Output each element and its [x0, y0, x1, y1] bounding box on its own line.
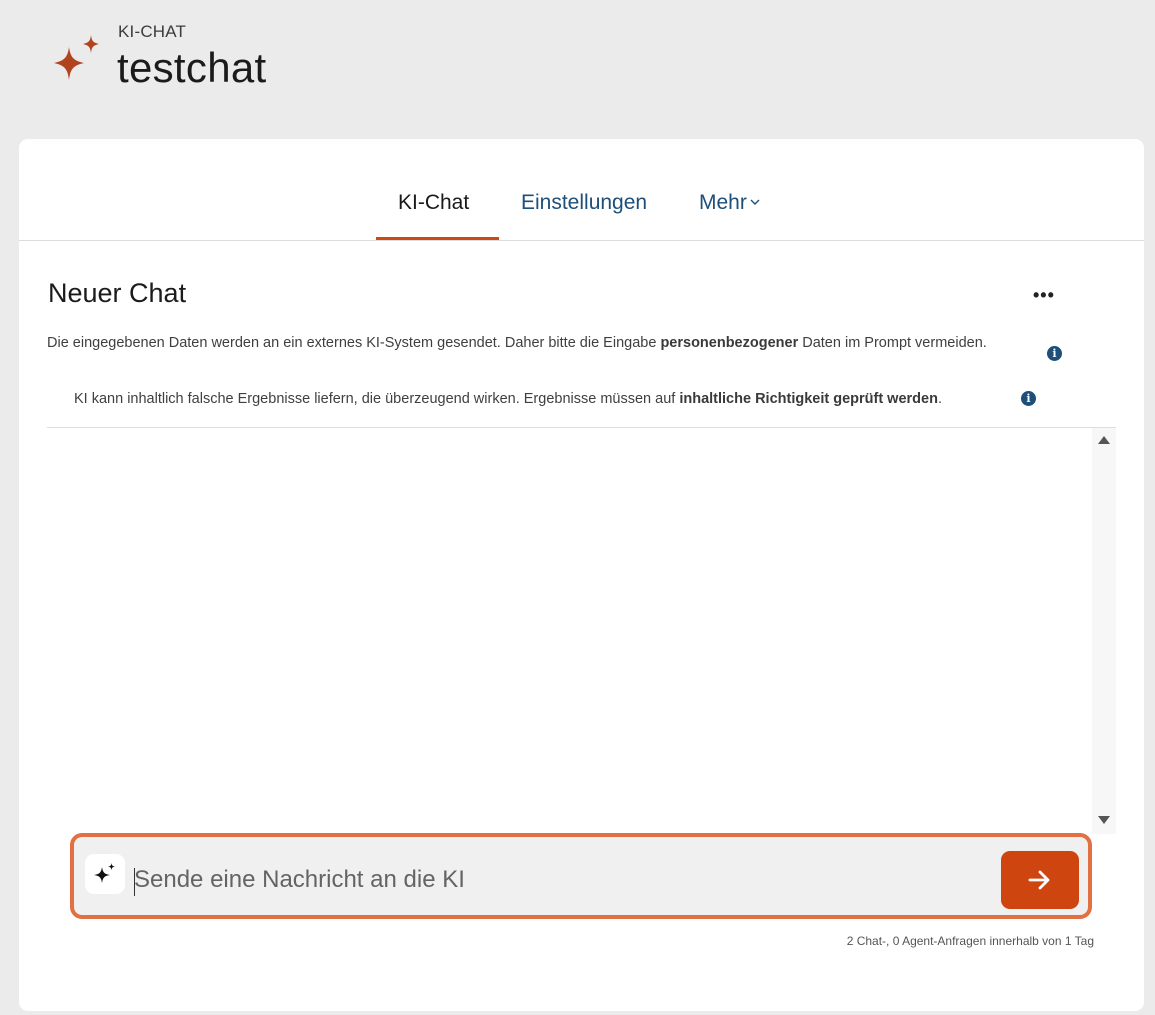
notice-text: Die eingegebenen Daten werden an ein ext… [47, 335, 661, 351]
send-button[interactable] [1001, 851, 1079, 909]
privacy-notice: Die eingegebenen Daten werden an ein ext… [47, 333, 997, 354]
notice-bold: inhaltliche Richtigkeit geprüft werden [679, 391, 938, 407]
scroll-down-arrow-icon[interactable] [1098, 816, 1110, 824]
tab-bar: KI-Chat Einstellungen Mehr [19, 139, 1144, 241]
app-kicker: KI-CHAT [118, 22, 187, 41]
tab-einstellungen[interactable]: Einstellungen [521, 191, 647, 215]
info-icon[interactable]: i [1021, 391, 1036, 406]
page-title: testchat [117, 44, 267, 91]
notice-bold: personenbezogener [660, 335, 799, 351]
tab-label: Einstellungen [521, 191, 648, 214]
active-tab-indicator [376, 237, 499, 240]
arrow-right-icon [1028, 870, 1050, 890]
more-options-button[interactable]: ••• [1033, 285, 1055, 306]
app-header: KI-CHAT testchat [0, 0, 1155, 140]
tab-label: Mehr [699, 191, 747, 214]
notice-text: KI kann inhaltlich falsche Ergebnisse li… [74, 391, 680, 407]
chevron-down-icon [750, 195, 760, 209]
ai-assist-button[interactable] [85, 854, 125, 894]
accuracy-notice: KI kann inhaltlich falsche Ergebnisse li… [74, 389, 1034, 410]
sparkle-icon [94, 863, 115, 883]
notice-text: Daten im Prompt vermeiden. [798, 335, 987, 351]
tab-mehr[interactable]: Mehr [699, 191, 760, 215]
chat-card: KI-Chat Einstellungen Mehr Neuer Chat ••… [19, 139, 1144, 1011]
sparkle-icon [52, 34, 102, 84]
info-icon[interactable]: i [1047, 346, 1062, 361]
notice-text: . [937, 391, 942, 407]
message-list [47, 428, 1092, 834]
scroll-up-arrow-icon[interactable] [1098, 436, 1110, 444]
quota-text: 2 Chat-, 0 Agent-Anfragen innerhalb von … [846, 934, 1094, 948]
tab-label: KI-Chat [398, 191, 470, 214]
message-input[interactable] [134, 861, 984, 899]
message-composer [70, 833, 1092, 919]
chat-title: Neuer Chat [48, 278, 187, 308]
scrollbar[interactable] [1092, 428, 1116, 834]
tab-ki-chat[interactable]: KI-Chat [398, 191, 469, 215]
